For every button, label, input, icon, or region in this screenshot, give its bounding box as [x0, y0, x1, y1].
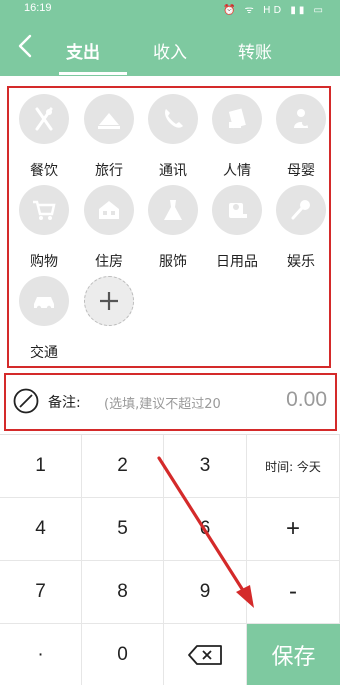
- status-icons: ⏰ ᯤ HD ▮▮ ▭: [223, 5, 326, 16]
- category-label: 旅行: [95, 163, 123, 179]
- key-3[interactable]: 3: [164, 435, 247, 498]
- house-icon: [84, 185, 134, 235]
- status-time: 16:19: [24, 2, 52, 14]
- tab-expense[interactable]: 支出: [66, 38, 100, 63]
- chevron-left-icon: [18, 34, 32, 58]
- minus-button[interactable]: -: [247, 561, 340, 624]
- backspace-button[interactable]: [164, 624, 247, 685]
- plus-icon: [84, 276, 134, 326]
- key-8[interactable]: 8: [82, 561, 164, 624]
- key-1[interactable]: 1: [0, 435, 82, 498]
- key-7[interactable]: 7: [0, 561, 82, 624]
- category-dining[interactable]: 餐饮: [14, 94, 74, 180]
- category-label: 服饰: [159, 254, 187, 270]
- keypad: 1 2 3 时间: 今天 4 5 6 + 7 8 9 - · 0 保存: [0, 434, 340, 685]
- category-label: 母婴: [287, 163, 315, 179]
- cart-icon: [19, 185, 69, 235]
- key-9[interactable]: 9: [164, 561, 247, 624]
- category-label: 住房: [95, 254, 123, 270]
- backspace-icon: [188, 644, 222, 665]
- category-label: 人情: [223, 163, 251, 179]
- category-travel[interactable]: 旅行: [79, 94, 139, 180]
- category-label: 娱乐: [287, 254, 315, 270]
- category-daily-goods[interactable]: 日用品: [207, 185, 267, 271]
- header: 支出 收入 转账: [0, 18, 340, 76]
- key-0[interactable]: 0: [82, 624, 164, 685]
- category-baby[interactable]: 母婴: [271, 94, 331, 180]
- status-bar: 16:19 ⏰ ᯤ HD ▮▮ ▭: [0, 0, 340, 18]
- tissue-icon: [212, 185, 262, 235]
- category-label: 通讯: [159, 163, 187, 179]
- key-5[interactable]: 5: [82, 498, 164, 561]
- note-label: 备注:: [48, 395, 81, 411]
- add-category-button[interactable]: [79, 276, 139, 326]
- category-label: 交通: [30, 345, 58, 361]
- fork-knife-icon: [19, 94, 69, 144]
- amount-display: 0.00: [286, 388, 327, 411]
- baby-icon: [276, 94, 326, 144]
- phone-icon: [148, 94, 198, 144]
- key-6[interactable]: 6: [164, 498, 247, 561]
- category-communication[interactable]: 通讯: [143, 94, 203, 180]
- save-button[interactable]: 保存: [247, 624, 340, 685]
- microphone-icon: [276, 185, 326, 235]
- gift-icon: [212, 94, 262, 144]
- note-row: 备注: (选填,建议不超过20 0.00: [4, 373, 337, 431]
- key-2[interactable]: 2: [82, 435, 164, 498]
- category-label: 餐饮: [30, 163, 58, 179]
- note-toggle-icon[interactable]: [12, 387, 40, 415]
- date-button[interactable]: 时间: 今天: [247, 435, 340, 498]
- car-icon: [19, 276, 69, 326]
- tent-icon: [84, 94, 134, 144]
- category-housing[interactable]: 住房: [79, 185, 139, 271]
- tab-transfer[interactable]: 转账: [238, 38, 272, 63]
- category-shopping[interactable]: 购物: [14, 185, 74, 271]
- dress-icon: [148, 185, 198, 235]
- category-transport[interactable]: 交通: [14, 276, 74, 362]
- key-dot[interactable]: ·: [0, 624, 82, 685]
- category-entertainment[interactable]: 娱乐: [271, 185, 331, 271]
- key-4[interactable]: 4: [0, 498, 82, 561]
- note-input[interactable]: (选填,建议不超过20: [104, 393, 274, 412]
- back-button[interactable]: [12, 31, 40, 61]
- plus-button[interactable]: +: [247, 498, 340, 561]
- category-label: 购物: [30, 254, 58, 270]
- category-grid: 餐饮 旅行 通讯 人情 母婴 购物 住房 服饰 日用品 娱乐 交通: [7, 86, 331, 368]
- category-label: 日用品: [216, 254, 258, 270]
- category-gifts[interactable]: 人情: [207, 94, 267, 180]
- category-clothing[interactable]: 服饰: [143, 185, 203, 271]
- tab-income[interactable]: 收入: [153, 38, 187, 63]
- active-tab-indicator: [59, 72, 127, 75]
